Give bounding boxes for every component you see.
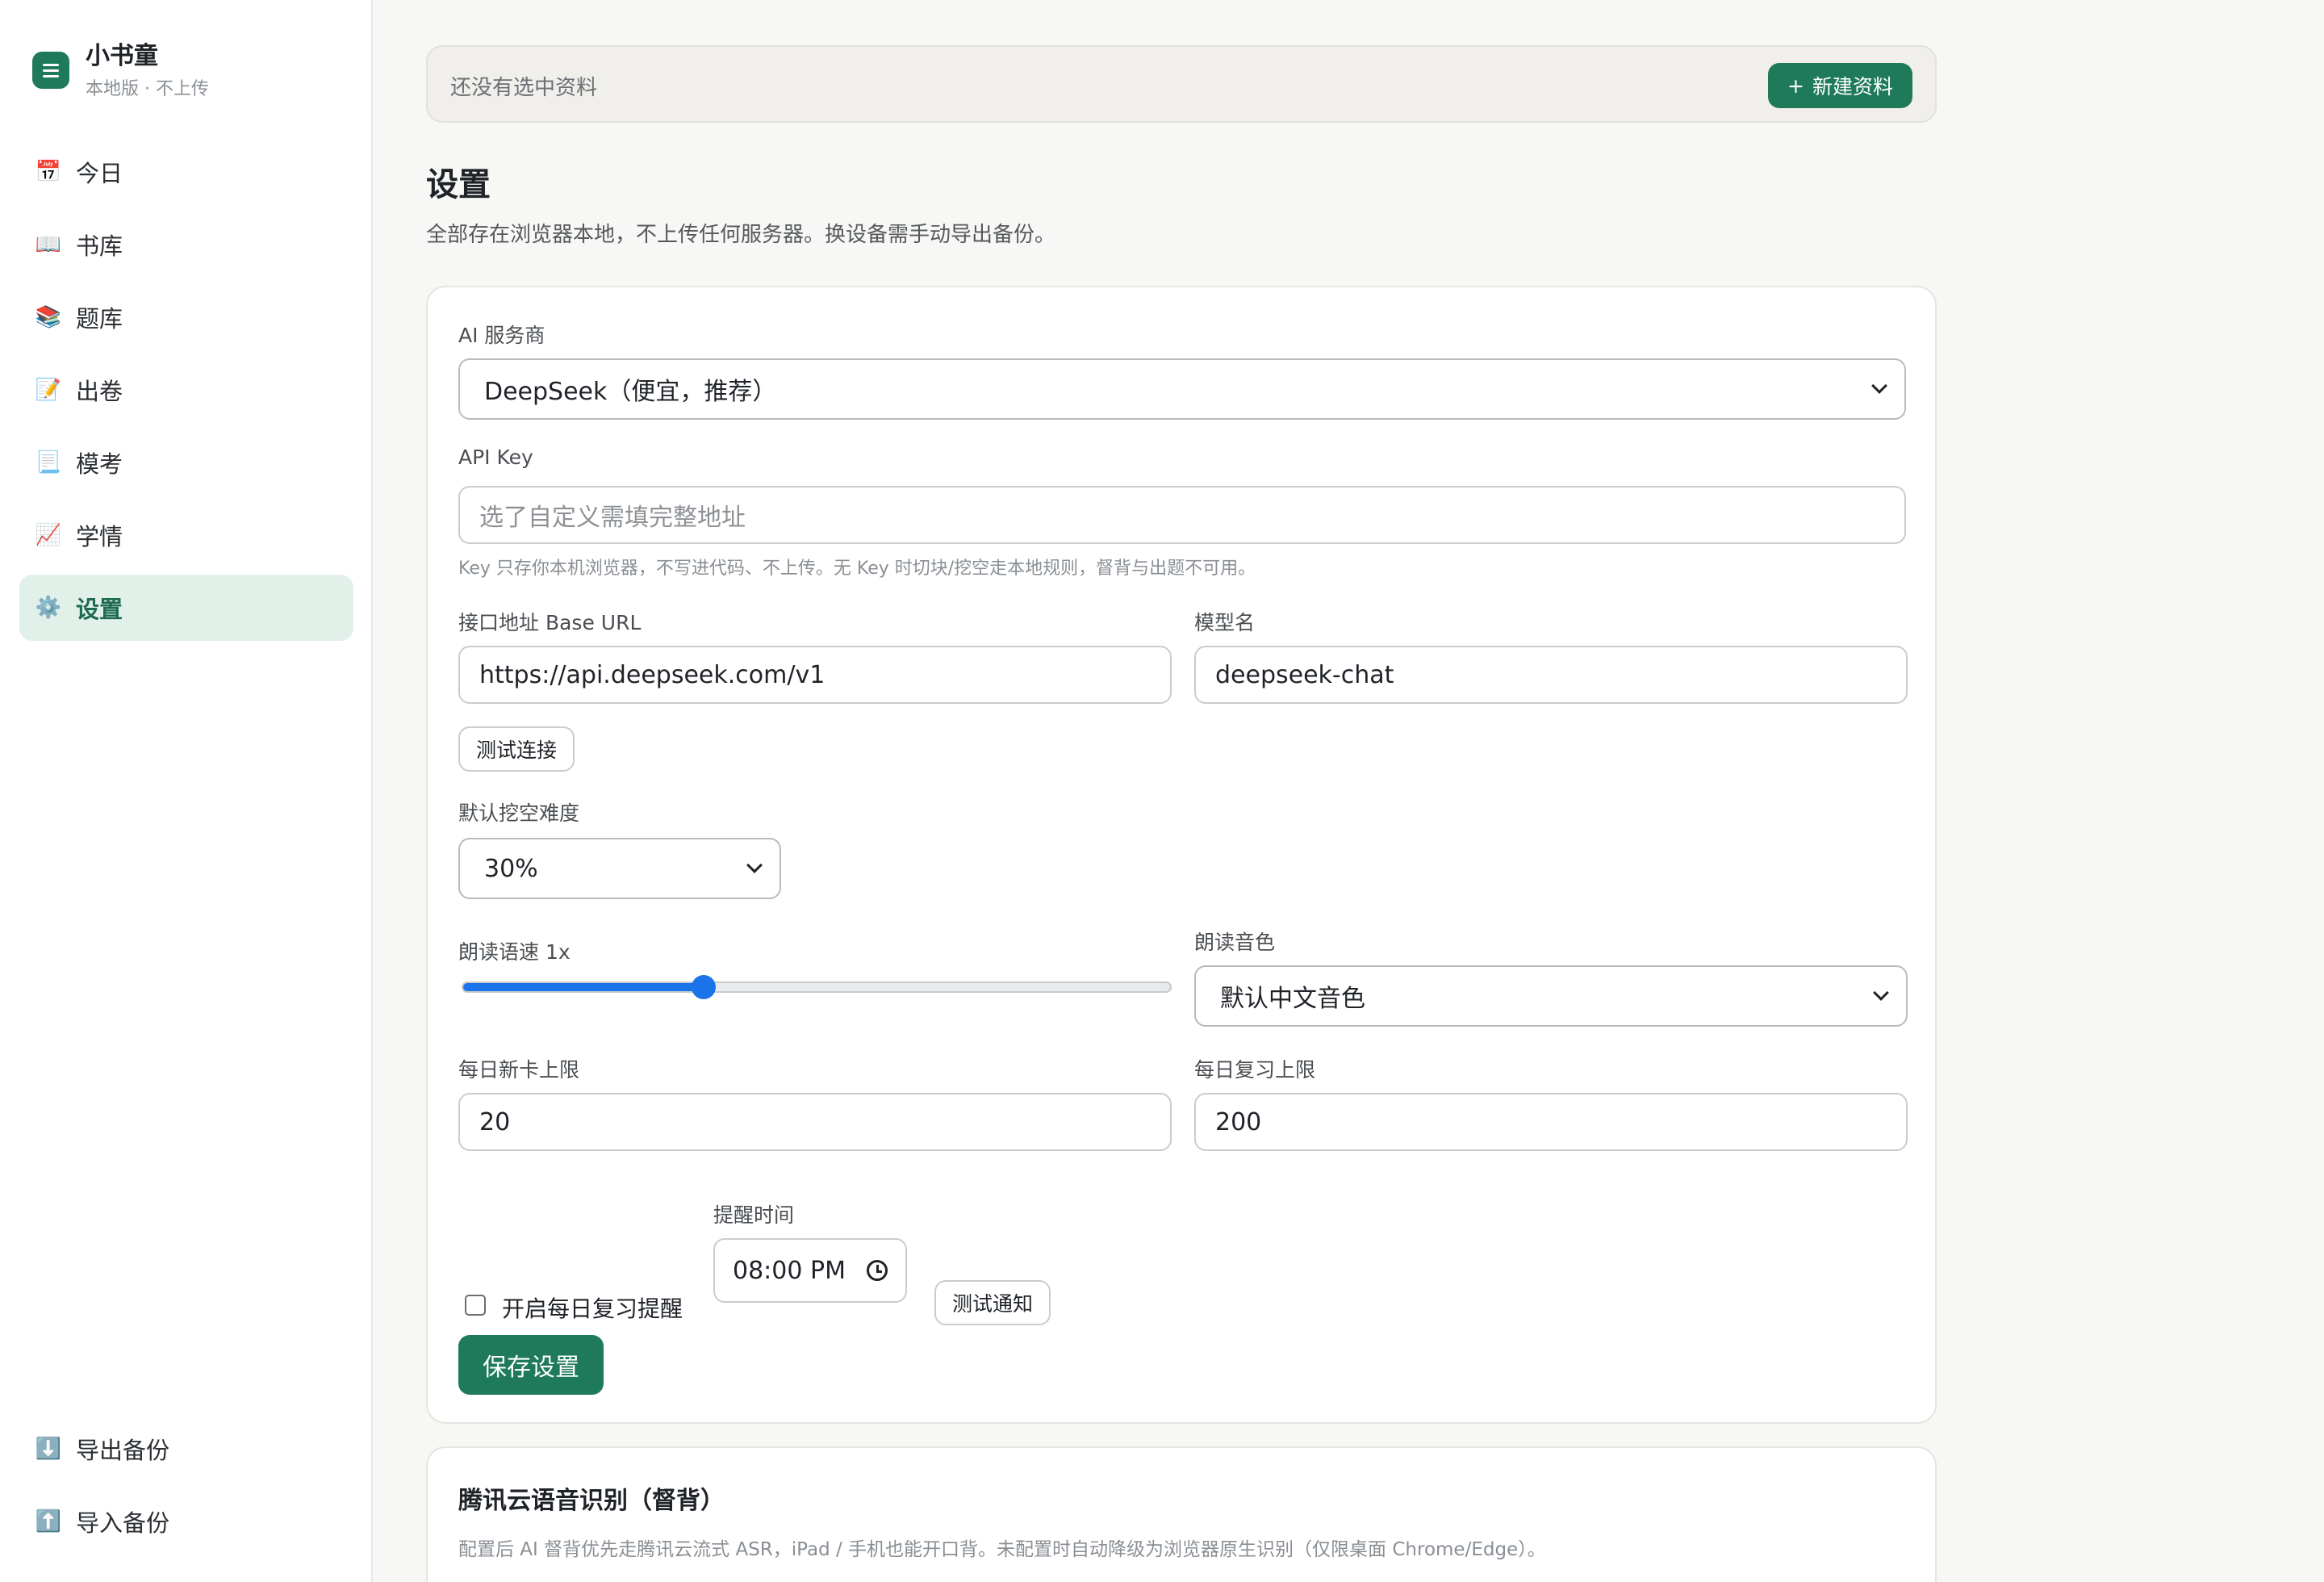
export-backup-button[interactable]: ⬇️ 导出备份 bbox=[19, 1416, 353, 1482]
export-backup-label: 导出备份 bbox=[76, 1437, 170, 1464]
baseurl-label: 接口地址 Base URL bbox=[458, 611, 642, 634]
chevron-down-icon bbox=[1873, 985, 1889, 1001]
brand: 小书童 本地版 · 不上传 bbox=[32, 37, 209, 103]
sidebar-item-label: 学情 bbox=[76, 523, 123, 550]
gear-icon: ⚙️ bbox=[35, 596, 62, 620]
backup-nav: ⬇️ 导出备份 ⬆️ 导入备份 bbox=[19, 1416, 353, 1561]
baseurl-value: https://api.deepseek.com/v1 bbox=[479, 660, 826, 689]
material-bar: 还没有选中资料 + 新建资料 bbox=[426, 45, 1937, 123]
speech-speed-slider[interactable] bbox=[462, 975, 1172, 999]
difficulty-label: 默认挖空难度 bbox=[458, 801, 580, 825]
sidebar-item-today[interactable]: 📅 今日 bbox=[19, 139, 353, 205]
reminder-checkbox[interactable] bbox=[465, 1295, 486, 1316]
slider-thumb[interactable] bbox=[691, 975, 716, 999]
apikey-hint: Key 只存你本机浏览器，不写进代码、不上传。无 Key 时切块/挖空走本地规则… bbox=[458, 559, 1256, 579]
difficulty-select[interactable]: 30% bbox=[458, 838, 781, 899]
sidebar-item-label: 设置 bbox=[76, 596, 123, 623]
chevron-down-icon bbox=[1871, 378, 1887, 394]
download-icon: ⬇️ bbox=[35, 1437, 62, 1461]
sidebar-item-settings[interactable]: ⚙️ 设置 bbox=[19, 575, 353, 641]
reminder-time-input[interactable]: 08:00 PM bbox=[713, 1238, 907, 1303]
chevron-down-icon bbox=[746, 857, 763, 873]
plus-icon: + bbox=[1787, 73, 1804, 98]
page-description: 全部存在浏览器本地，不上传任何服务器。换设备需手动导出备份。 bbox=[426, 223, 1056, 247]
app-subtitle: 本地版 · 不上传 bbox=[86, 79, 209, 99]
daily-new-input[interactable]: 20 bbox=[458, 1093, 1172, 1151]
app-title: 小书童 bbox=[86, 42, 158, 70]
asr-title: 腾讯云语音识别（督背） bbox=[458, 1487, 725, 1515]
apikey-placeholder: 选了自定义需填完整地址 bbox=[479, 504, 746, 532]
material-status: 还没有选中资料 bbox=[450, 76, 598, 100]
sidebar-item-library[interactable]: 📖 书库 bbox=[19, 211, 353, 278]
clock-icon[interactable] bbox=[867, 1260, 888, 1281]
sidebar-item-label: 模考 bbox=[76, 450, 123, 478]
provider-label: AI 服务商 bbox=[458, 324, 545, 347]
import-backup-label: 导入备份 bbox=[76, 1509, 170, 1537]
new-material-button[interactable]: + 新建资料 bbox=[1768, 63, 1912, 108]
import-backup-button[interactable]: ⬆️ 导入备份 bbox=[19, 1488, 353, 1555]
reminder-checkbox-label: 开启每日复习提醒 bbox=[502, 1295, 683, 1322]
calendar-icon: 📅 bbox=[35, 160, 62, 184]
voice-value: 默认中文音色 bbox=[1220, 985, 1365, 1013]
sidebar-item-analytics[interactable]: 📈 学情 bbox=[19, 502, 353, 568]
test-connection-button[interactable]: 测试连接 bbox=[458, 726, 575, 772]
sidebar-item-label: 书库 bbox=[76, 232, 123, 260]
speed-label: 朗读语速 1x bbox=[458, 940, 571, 964]
chart-icon: 📈 bbox=[35, 523, 62, 547]
sidebar-item-question-bank[interactable]: 📚 题库 bbox=[19, 284, 353, 350]
apikey-label: API Key bbox=[458, 446, 533, 469]
model-value: deepseek-chat bbox=[1215, 660, 1394, 689]
provider-value: DeepSeek（便宜，推荐） bbox=[484, 378, 777, 406]
difficulty-value: 30% bbox=[484, 854, 538, 883]
app-logo-icon bbox=[32, 52, 69, 89]
daily-review-label: 每日复习上限 bbox=[1194, 1058, 1316, 1082]
sidebar-item-label: 今日 bbox=[76, 160, 123, 187]
settings-card: AI 服务商 DeepSeek（便宜，推荐） API Key 选了自定义需填完整… bbox=[426, 286, 1937, 1424]
reminder-time-value: 08:00 PM bbox=[733, 1256, 846, 1285]
save-settings-button[interactable]: 保存设置 bbox=[458, 1335, 604, 1395]
new-material-label: 新建资料 bbox=[1812, 75, 1893, 98]
daily-new-label: 每日新卡上限 bbox=[458, 1058, 580, 1082]
book-icon: 📖 bbox=[35, 232, 62, 257]
sidebar-item-label: 题库 bbox=[76, 305, 123, 333]
upload-icon: ⬆️ bbox=[35, 1509, 62, 1534]
slider-fill bbox=[463, 983, 704, 991]
sidebar-item-mock-exam[interactable]: 📃 模考 bbox=[19, 429, 353, 496]
baseurl-input[interactable]: https://api.deepseek.com/v1 bbox=[458, 646, 1172, 704]
daily-new-value: 20 bbox=[479, 1107, 511, 1136]
sidebar-item-make-paper[interactable]: 📝 出卷 bbox=[19, 357, 353, 423]
model-input[interactable]: deepseek-chat bbox=[1194, 646, 1908, 704]
page-title: 设置 bbox=[426, 166, 491, 203]
voice-select[interactable]: 默认中文音色 bbox=[1194, 965, 1908, 1027]
asr-description: 配置后 AI 督背优先走腾讯云流式 ASR，iPad / 手机也能开口背。未配置… bbox=[458, 1539, 1546, 1560]
sidebar: 小书童 本地版 · 不上传 📅 今日 📖 书库 📚 题库 📝 出卷 📃 模考 📈… bbox=[0, 0, 373, 1582]
asr-card: 腾讯云语音识别（督背） 配置后 AI 督背优先走腾讯云流式 ASR，iPad /… bbox=[426, 1446, 1937, 1582]
sidebar-item-label: 出卷 bbox=[76, 378, 123, 405]
provider-select[interactable]: DeepSeek（便宜，推荐） bbox=[458, 358, 1906, 420]
page-icon: 📃 bbox=[35, 450, 62, 475]
main-nav: 📅 今日 📖 书库 📚 题库 📝 出卷 📃 模考 📈 学情 ⚙️ 设置 bbox=[19, 139, 353, 647]
voice-label: 朗读音色 bbox=[1194, 931, 1276, 954]
test-notify-button[interactable]: 测试通知 bbox=[934, 1280, 1051, 1325]
daily-review-input[interactable]: 200 bbox=[1194, 1093, 1908, 1151]
apikey-input[interactable]: 选了自定义需填完整地址 bbox=[458, 486, 1906, 544]
reminder-time-label: 提醒时间 bbox=[713, 1203, 795, 1227]
books-icon: 📚 bbox=[35, 305, 62, 329]
memo-icon: 📝 bbox=[35, 378, 62, 402]
model-label: 模型名 bbox=[1194, 611, 1256, 634]
daily-review-value: 200 bbox=[1215, 1107, 1262, 1136]
